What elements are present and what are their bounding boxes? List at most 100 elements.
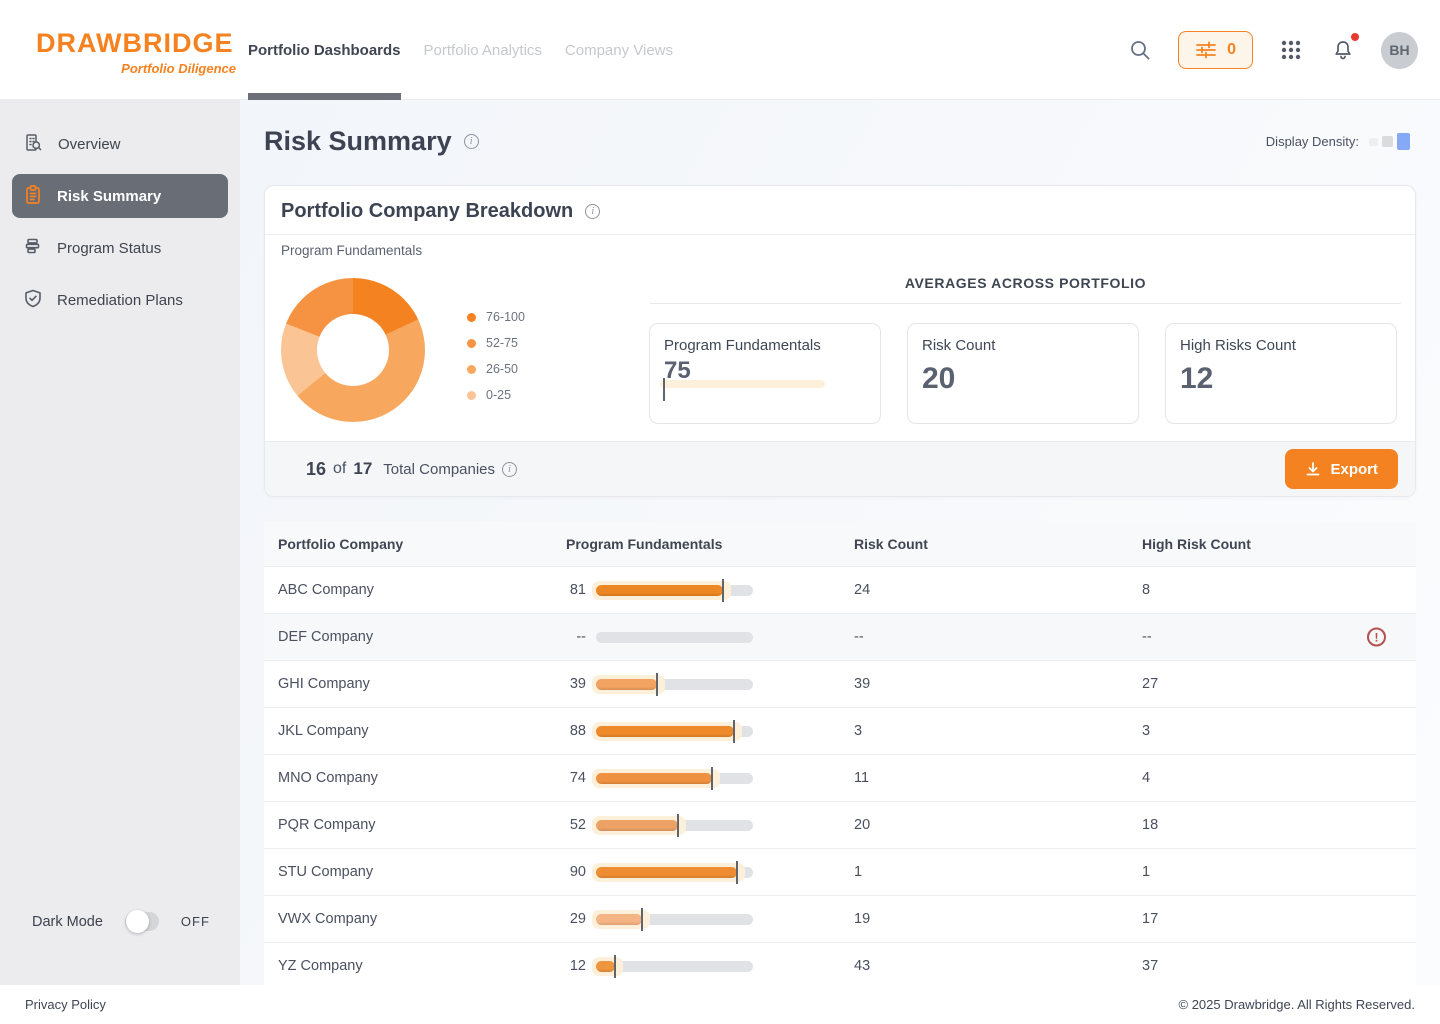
company-name-cell: STU Company bbox=[264, 864, 566, 880]
legend-label: 0-25 bbox=[486, 388, 511, 402]
brand-name: DRAWBRIDGE bbox=[36, 28, 236, 59]
progress-bar bbox=[596, 961, 753, 972]
sliders-icon bbox=[1195, 40, 1217, 60]
nav-tab-portfolio-analytics[interactable]: Portfolio Analytics bbox=[424, 0, 542, 100]
filter-button[interactable]: 0 bbox=[1178, 31, 1253, 69]
progress-fill bbox=[596, 726, 734, 737]
shield-check-icon bbox=[23, 288, 43, 313]
display-density-label: Display Density: bbox=[1266, 134, 1359, 149]
column-header-risk-count: Risk Count bbox=[854, 536, 1142, 552]
page-footer: Privacy Policy © 2025 Drawbridge. All Ri… bbox=[0, 985, 1440, 1024]
search-button[interactable] bbox=[1126, 36, 1154, 64]
clipboard-icon bbox=[23, 184, 43, 209]
table-row[interactable]: MNO Company74114 bbox=[264, 755, 1416, 802]
fundamentals-cell: 29 bbox=[566, 911, 854, 927]
fundamentals-value: 90 bbox=[566, 864, 586, 880]
legend-dot bbox=[467, 339, 476, 348]
grid-icon bbox=[1280, 39, 1302, 61]
table-row[interactable]: STU Company9011 bbox=[264, 849, 1416, 896]
density-large-option[interactable] bbox=[1397, 133, 1410, 150]
toggle-knob bbox=[126, 910, 149, 933]
progress-fill bbox=[596, 773, 712, 784]
sidebar-item-remediation-plans[interactable]: Remediation Plans bbox=[12, 278, 228, 322]
companies-info-icon[interactable]: i bbox=[502, 462, 517, 477]
table-row[interactable]: VWX Company291917 bbox=[264, 896, 1416, 943]
sidebar-item-program-status[interactable]: Program Status bbox=[12, 226, 228, 270]
companies-shown: 16 bbox=[306, 459, 326, 480]
table-row[interactable]: DEF Company------! bbox=[264, 614, 1416, 661]
notifications-button[interactable] bbox=[1329, 36, 1357, 64]
table-row[interactable]: PQR Company522018 bbox=[264, 802, 1416, 849]
fundamentals-cell: 74 bbox=[566, 770, 854, 786]
legend-label: 26-50 bbox=[486, 362, 518, 376]
progress-bar bbox=[596, 773, 753, 784]
progress-fill bbox=[596, 961, 615, 972]
progress-fill bbox=[596, 679, 657, 690]
avatar[interactable]: BH bbox=[1381, 32, 1418, 69]
primary-nav: Portfolio DashboardsPortfolio AnalyticsC… bbox=[248, 0, 696, 100]
brand-logo[interactable]: DRAWBRIDGE Portfolio Diligence bbox=[36, 28, 236, 76]
export-button[interactable]: Export bbox=[1285, 449, 1398, 489]
high-risk-count-cell: 18 bbox=[1142, 817, 1416, 833]
sidebar-item-label: Program Status bbox=[57, 240, 161, 257]
legend-item: 52-75 bbox=[467, 330, 525, 356]
apps-grid-button[interactable] bbox=[1277, 36, 1305, 64]
company-name-cell: ABC Company bbox=[264, 582, 566, 598]
risk-count-cell: 20 bbox=[854, 817, 1142, 833]
progress-bar bbox=[596, 914, 753, 925]
table-body: ABC Company81248DEF Company------!GHI Co… bbox=[264, 567, 1416, 985]
table-row[interactable]: JKL Company8833 bbox=[264, 708, 1416, 755]
high-risk-count-cell: 4 bbox=[1142, 770, 1416, 786]
table-row[interactable]: YZ Company124337 bbox=[264, 943, 1416, 985]
progress-bar bbox=[596, 679, 753, 690]
progress-bar bbox=[596, 726, 753, 737]
sidebar-item-overview[interactable]: Overview bbox=[12, 122, 228, 166]
portfolio-breakdown-card: Portfolio Company Breakdown i Program Fu… bbox=[264, 185, 1416, 497]
donut-chart bbox=[281, 278, 425, 422]
nav-tab-company-views[interactable]: Company Views bbox=[565, 0, 673, 100]
legend-dot bbox=[467, 391, 476, 400]
value-tick bbox=[656, 673, 658, 696]
companies-total: 17 bbox=[353, 459, 372, 479]
fundamentals-cell: 88 bbox=[566, 723, 854, 739]
table-row[interactable]: GHI Company393927 bbox=[264, 661, 1416, 708]
page-title: Risk Summary bbox=[264, 126, 452, 157]
value-tick bbox=[722, 579, 724, 602]
companies-caption: Total Companies bbox=[383, 461, 495, 478]
building-search-icon bbox=[23, 132, 44, 157]
high-risk-count-cell: 1 bbox=[1142, 864, 1416, 880]
fundamentals-cell: 90 bbox=[566, 864, 854, 880]
company-name-cell: DEF Company bbox=[264, 629, 566, 645]
dark-mode-state: OFF bbox=[181, 914, 210, 929]
legend-dot bbox=[467, 365, 476, 374]
legend-dot bbox=[467, 313, 476, 322]
table-row[interactable]: ABC Company81248 bbox=[264, 567, 1416, 614]
download-icon bbox=[1305, 461, 1321, 477]
nav-tab-portfolio-dashboards[interactable]: Portfolio Dashboards bbox=[248, 0, 401, 100]
risk-count-cell: -- bbox=[854, 629, 1142, 645]
warning-icon[interactable]: ! bbox=[1367, 628, 1386, 647]
stat-label: Risk Count bbox=[922, 337, 1126, 354]
risk-count-cell: 3 bbox=[854, 723, 1142, 739]
risk-count-cell: 43 bbox=[854, 958, 1142, 974]
program-bars-icon bbox=[23, 236, 43, 260]
fundamentals-cell: 39 bbox=[566, 676, 854, 692]
card-title-row: Portfolio Company Breakdown i bbox=[265, 186, 1415, 235]
dark-mode-toggle[interactable] bbox=[125, 912, 159, 931]
density-medium-option[interactable] bbox=[1382, 136, 1393, 147]
density-small-option[interactable] bbox=[1369, 138, 1378, 146]
fundamentals-value: 29 bbox=[566, 911, 586, 927]
card-title-info-icon[interactable]: i bbox=[585, 204, 600, 219]
privacy-policy-link[interactable]: Privacy Policy bbox=[25, 997, 106, 1012]
legend-label: 76-100 bbox=[486, 310, 525, 324]
progress-bar bbox=[596, 632, 753, 643]
sidebar-item-risk-summary[interactable]: Risk Summary bbox=[12, 174, 228, 218]
value-tick bbox=[711, 767, 713, 790]
page-head: Risk Summary i Display Density: bbox=[264, 126, 1410, 157]
table-header-row: Portfolio CompanyProgram FundamentalsRis… bbox=[264, 522, 1416, 567]
value-tick bbox=[614, 955, 616, 978]
legend-label: 52-75 bbox=[486, 336, 518, 350]
page-title-info-icon[interactable]: i bbox=[464, 134, 479, 149]
column-header-program-fundamentals: Program Fundamentals bbox=[566, 536, 854, 552]
company-name-cell: JKL Company bbox=[264, 723, 566, 739]
